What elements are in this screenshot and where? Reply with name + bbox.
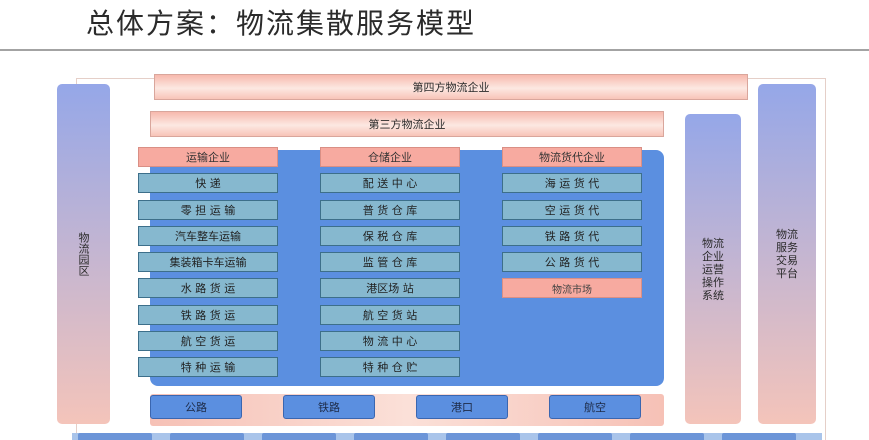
mode-rail: 铁路 — [283, 395, 375, 419]
header-transport: 运输企业 — [138, 147, 278, 167]
bottom-tab-1 — [78, 433, 152, 440]
bottom-tab-7 — [630, 433, 704, 440]
pillar-logistics-park-label: 物流园区 — [77, 232, 90, 276]
bar-3pl: 第三方物流企业 — [150, 111, 664, 137]
item-forwarding-1: 海 运 货 代 — [502, 173, 642, 193]
item-forwarding-2: 空 运 货 代 — [502, 200, 642, 220]
bottom-tab-3 — [262, 433, 336, 440]
page-title: 总体方案：物流集散服务模型 — [86, 7, 477, 40]
bar-4pl-label: 第四方物流企业 — [412, 81, 490, 94]
pillar-operations-system-label: 物流企业运营操作系统 — [702, 236, 724, 302]
item-logistics-market: 物流市场 — [502, 278, 642, 298]
pillar-logistics-park: 物流园区 — [57, 84, 110, 424]
item-transport-6: 铁 路 货 运 — [138, 305, 278, 325]
pillar-trading-platform-label: 物流服务交易平台 — [776, 228, 798, 280]
pillar-trading-platform: 物流服务交易平台 — [758, 84, 816, 424]
item-forwarding-3: 铁 路 货 代 — [502, 226, 642, 246]
item-transport-5: 水 路 货 运 — [138, 278, 278, 298]
item-transport-7: 航 空 货 运 — [138, 331, 278, 351]
bar-3pl-label: 第三方物流企业 — [368, 118, 446, 131]
bottom-tab-6 — [538, 433, 612, 440]
bar-4pl: 第四方物流企业 — [154, 74, 748, 100]
item-warehousing-6: 航 空 货 站 — [320, 305, 460, 325]
item-transport-2: 零 担 运 输 — [138, 200, 278, 220]
item-forwarding-4: 公 路 货 代 — [502, 252, 642, 272]
item-warehousing-5: 港区场 站 — [320, 278, 460, 298]
bottom-tab-2 — [170, 433, 244, 440]
item-transport-8: 特 种 运 输 — [138, 357, 278, 377]
header-forwarding: 物流货代企业 — [502, 147, 642, 167]
item-warehousing-3: 保 税 仓 库 — [320, 226, 460, 246]
title-divider — [0, 49, 869, 51]
bottom-tab-5 — [446, 433, 520, 440]
item-warehousing-4: 监 管 仓 库 — [320, 252, 460, 272]
header-warehousing: 仓储企业 — [320, 147, 460, 167]
item-transport-1: 快 递 — [138, 173, 278, 193]
mode-air: 航空 — [549, 395, 641, 419]
bottom-tab-4 — [354, 433, 428, 440]
bottom-tab-8 — [722, 433, 796, 440]
mode-road: 公路 — [150, 395, 242, 419]
item-transport-3: 汽车整车运输 — [138, 226, 278, 246]
item-warehousing-8: 特 种 仓 贮 — [320, 357, 460, 377]
item-transport-4: 集装箱卡车运输 — [138, 252, 278, 272]
item-warehousing-2: 普 货 仓 库 — [320, 200, 460, 220]
item-warehousing-7: 物 流 中 心 — [320, 331, 460, 351]
pillar-operations-system: 物流企业运营操作系统 — [685, 114, 741, 424]
mode-port: 港口 — [416, 395, 508, 419]
item-warehousing-1: 配 送 中 心 — [320, 173, 460, 193]
